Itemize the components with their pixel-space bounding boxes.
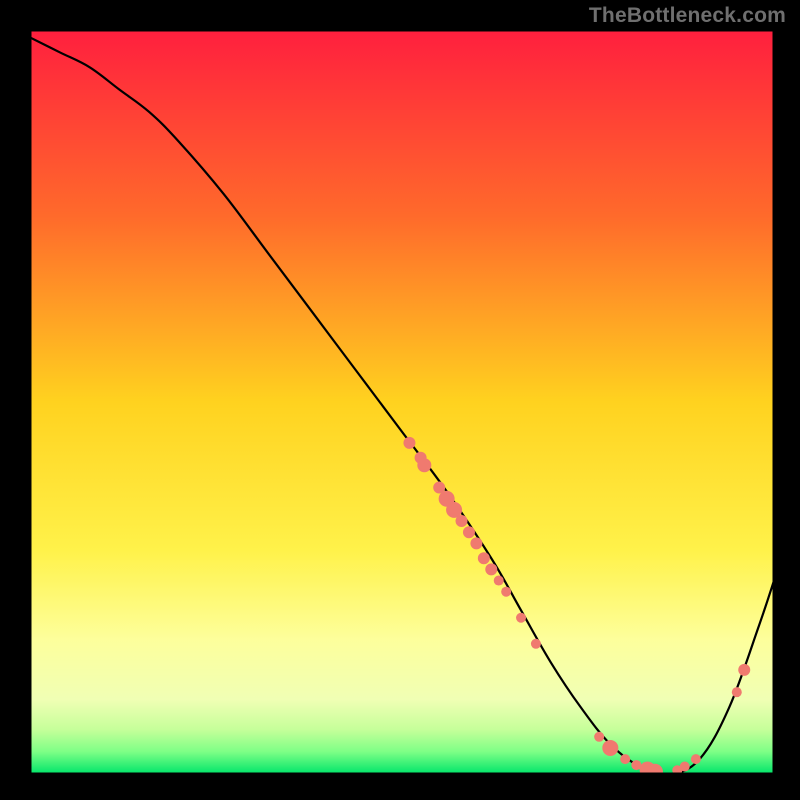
data-point bbox=[478, 552, 490, 564]
data-point bbox=[456, 515, 468, 527]
watermark-text: TheBottleneck.com bbox=[589, 4, 786, 28]
data-point bbox=[403, 437, 415, 449]
data-point bbox=[620, 754, 630, 764]
data-point bbox=[516, 613, 526, 623]
data-point bbox=[531, 639, 541, 649]
data-point bbox=[417, 458, 431, 472]
data-point bbox=[680, 762, 690, 772]
data-point bbox=[463, 526, 475, 538]
data-point bbox=[691, 754, 701, 764]
data-point bbox=[494, 576, 504, 586]
data-point bbox=[732, 687, 742, 697]
plot-background bbox=[30, 30, 774, 774]
data-point bbox=[602, 740, 618, 756]
chart-stage: TheBottleneck.com bbox=[0, 0, 800, 800]
data-point bbox=[485, 563, 497, 575]
data-point bbox=[647, 764, 663, 780]
data-point bbox=[501, 587, 511, 597]
data-point bbox=[594, 732, 604, 742]
data-point bbox=[738, 664, 750, 676]
bottleneck-chart bbox=[0, 0, 800, 800]
data-point bbox=[470, 537, 482, 549]
